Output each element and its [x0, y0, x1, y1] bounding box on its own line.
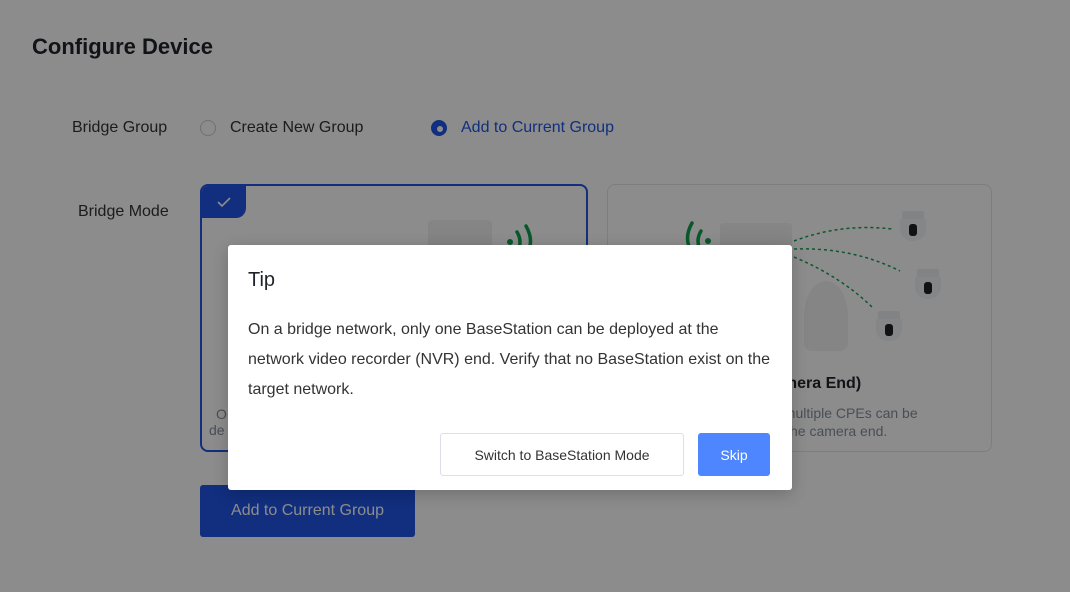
switch-to-basestation-mode-button[interactable]: Switch to BaseStation Mode	[440, 433, 684, 476]
skip-button[interactable]: Skip	[698, 433, 770, 476]
tip-dialog: Tip On a bridge network, only one BaseSt…	[228, 245, 792, 490]
page: Configure Device Bridge Group Create New…	[0, 0, 1070, 592]
dialog-message: On a bridge network, only one BaseStatio…	[248, 321, 771, 398]
dialog-title: Tip	[248, 269, 276, 291]
